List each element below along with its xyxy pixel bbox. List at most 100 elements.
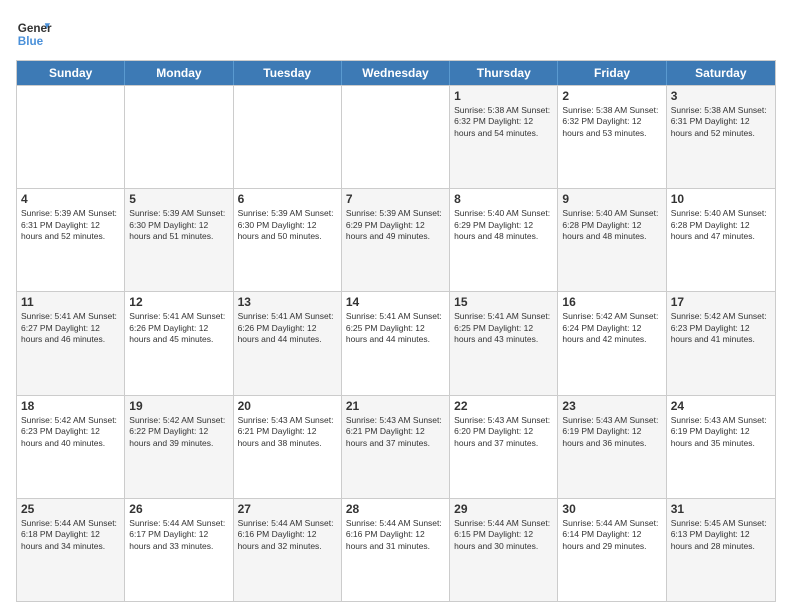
cal-day-empty-0-0 — [17, 86, 125, 188]
day-info: Sunrise: 5:44 AM Sunset: 6:16 PM Dayligh… — [238, 518, 337, 552]
day-info: Sunrise: 5:43 AM Sunset: 6:21 PM Dayligh… — [346, 415, 445, 449]
day-number: 10 — [671, 192, 771, 206]
day-number: 3 — [671, 89, 771, 103]
day-info: Sunrise: 5:38 AM Sunset: 6:32 PM Dayligh… — [454, 105, 553, 139]
day-number: 17 — [671, 295, 771, 309]
calendar-body: 1Sunrise: 5:38 AM Sunset: 6:32 PM Daylig… — [17, 85, 775, 601]
cal-day-28: 28Sunrise: 5:44 AM Sunset: 6:16 PM Dayli… — [342, 499, 450, 601]
cal-day-17: 17 Sunrise: 5:42 AM Sunset: 6:23 PM Dayli… — [667, 292, 775, 394]
cal-day-9: 9Sunrise: 5:40 AM Sunset: 6:28 PM Daylig… — [558, 189, 666, 291]
day-number: 29 — [454, 502, 553, 516]
day-info: Sunrise: 5:41 AM Sunset: 6:26 PM Dayligh… — [238, 311, 337, 345]
cal-day-21: 21 Sunrise: 5:43 AM Sunset: 6:21 PM Dayli… — [342, 396, 450, 498]
logo: General Blue — [16, 16, 56, 52]
day-number: 24 — [671, 399, 771, 413]
day-info: Sunrise: 5:44 AM Sunset: 6:14 PM Dayligh… — [562, 518, 661, 552]
day-info: Sunrise: 5:44 AM Sunset: 6:17 PM Dayligh… — [129, 518, 228, 552]
day-info: Sunrise: 5:43 AM Sunset: 6:19 PM Dayligh… — [562, 415, 661, 449]
svg-text:Blue: Blue — [18, 35, 44, 48]
day-header-saturday: Saturday — [667, 61, 775, 85]
day-info: Sunrise: 5:38 AM Sunset: 6:31 PM Dayligh… — [671, 105, 771, 139]
cal-day-2: 2 Sunrise: 5:38 AM Sunset: 6:32 PM Daylig… — [558, 86, 666, 188]
cal-day-empty-0-3 — [342, 86, 450, 188]
cal-week-3: 18 Sunrise: 5:42 AM Sunset: 6:23 PM Dayli… — [17, 395, 775, 498]
day-header-thursday: Thursday — [450, 61, 558, 85]
cal-day-6: 6Sunrise: 5:39 AM Sunset: 6:30 PM Daylig… — [234, 189, 342, 291]
cal-day-26: 26 Sunrise: 5:44 AM Sunset: 6:17 PM Dayli… — [125, 499, 233, 601]
day-number: 6 — [238, 192, 337, 206]
cal-day-12: 12 Sunrise: 5:41 AM Sunset: 6:26 PM Dayli… — [125, 292, 233, 394]
cal-day-7: 7Sunrise: 5:39 AM Sunset: 6:29 PM Daylig… — [342, 189, 450, 291]
cal-day-13: 13 Sunrise: 5:41 AM Sunset: 6:26 PM Dayli… — [234, 292, 342, 394]
day-info: Sunrise: 5:40 AM Sunset: 6:28 PM Dayligh… — [562, 208, 661, 242]
day-number: 22 — [454, 399, 553, 413]
day-info: Sunrise: 5:41 AM Sunset: 6:25 PM Dayligh… — [346, 311, 445, 345]
day-info: Sunrise: 5:41 AM Sunset: 6:25 PM Dayligh… — [454, 311, 553, 345]
day-number: 11 — [21, 295, 120, 309]
cal-day-14: 14Sunrise: 5:41 AM Sunset: 6:25 PM Dayli… — [342, 292, 450, 394]
cal-day-15: 15Sunrise: 5:41 AM Sunset: 6:25 PM Dayli… — [450, 292, 558, 394]
calendar: SundayMondayTuesdayWednesdayThursdayFrid… — [16, 60, 776, 602]
day-number: 16 — [562, 295, 661, 309]
day-header-monday: Monday — [125, 61, 233, 85]
day-header-sunday: Sunday — [17, 61, 125, 85]
day-info: Sunrise: 5:45 AM Sunset: 6:13 PM Dayligh… — [671, 518, 771, 552]
day-header-wednesday: Wednesday — [342, 61, 450, 85]
day-header-friday: Friday — [558, 61, 666, 85]
cal-day-10: 10 Sunrise: 5:40 AM Sunset: 6:28 PM Dayli… — [667, 189, 775, 291]
cal-week-1: 4Sunrise: 5:39 AM Sunset: 6:31 PM Daylig… — [17, 188, 775, 291]
day-number: 23 — [562, 399, 661, 413]
day-number: 18 — [21, 399, 120, 413]
cal-day-29: 29 Sunrise: 5:44 AM Sunset: 6:15 PM Dayli… — [450, 499, 558, 601]
cal-day-20: 20Sunrise: 5:43 AM Sunset: 6:21 PM Dayli… — [234, 396, 342, 498]
logo-icon: General Blue — [16, 16, 52, 52]
day-number: 12 — [129, 295, 228, 309]
day-info: Sunrise: 5:40 AM Sunset: 6:29 PM Dayligh… — [454, 208, 553, 242]
cal-day-empty-0-2 — [234, 86, 342, 188]
day-info: Sunrise: 5:43 AM Sunset: 6:20 PM Dayligh… — [454, 415, 553, 449]
cal-day-24: 24 Sunrise: 5:43 AM Sunset: 6:19 PM Dayli… — [667, 396, 775, 498]
day-number: 2 — [562, 89, 661, 103]
day-number: 31 — [671, 502, 771, 516]
cal-day-30: 30 Sunrise: 5:44 AM Sunset: 6:14 PM Dayli… — [558, 499, 666, 601]
day-info: Sunrise: 5:43 AM Sunset: 6:19 PM Dayligh… — [671, 415, 771, 449]
cal-day-empty-0-1 — [125, 86, 233, 188]
day-info: Sunrise: 5:39 AM Sunset: 6:31 PM Dayligh… — [21, 208, 120, 242]
cal-day-23: 23 Sunrise: 5:43 AM Sunset: 6:19 PM Dayli… — [558, 396, 666, 498]
cal-day-11: 11 Sunrise: 5:41 AM Sunset: 6:27 PM Dayli… — [17, 292, 125, 394]
day-number: 19 — [129, 399, 228, 413]
cal-day-18: 18 Sunrise: 5:42 AM Sunset: 6:23 PM Dayli… — [17, 396, 125, 498]
cal-day-16: 16 Sunrise: 5:42 AM Sunset: 6:24 PM Dayli… — [558, 292, 666, 394]
header: General Blue — [16, 16, 776, 52]
day-info: Sunrise: 5:42 AM Sunset: 6:23 PM Dayligh… — [21, 415, 120, 449]
day-number: 8 — [454, 192, 553, 206]
cal-day-31: 31 Sunrise: 5:45 AM Sunset: 6:13 PM Dayli… — [667, 499, 775, 601]
day-info: Sunrise: 5:42 AM Sunset: 6:22 PM Dayligh… — [129, 415, 228, 449]
cal-day-4: 4Sunrise: 5:39 AM Sunset: 6:31 PM Daylig… — [17, 189, 125, 291]
day-number: 30 — [562, 502, 661, 516]
page: General Blue SundayMondayTuesdayWednesda… — [0, 0, 792, 612]
cal-week-4: 25Sunrise: 5:44 AM Sunset: 6:18 PM Dayli… — [17, 498, 775, 601]
day-info: Sunrise: 5:42 AM Sunset: 6:24 PM Dayligh… — [562, 311, 661, 345]
day-info: Sunrise: 5:40 AM Sunset: 6:28 PM Dayligh… — [671, 208, 771, 242]
day-info: Sunrise: 5:41 AM Sunset: 6:27 PM Dayligh… — [21, 311, 120, 345]
day-header-tuesday: Tuesday — [234, 61, 342, 85]
day-number: 13 — [238, 295, 337, 309]
cal-day-8: 8 Sunrise: 5:40 AM Sunset: 6:29 PM Daylig… — [450, 189, 558, 291]
day-info: Sunrise: 5:41 AM Sunset: 6:26 PM Dayligh… — [129, 311, 228, 345]
day-number: 27 — [238, 502, 337, 516]
calendar-header: SundayMondayTuesdayWednesdayThursdayFrid… — [17, 61, 775, 85]
day-number: 26 — [129, 502, 228, 516]
day-number: 25 — [21, 502, 120, 516]
cal-week-2: 11 Sunrise: 5:41 AM Sunset: 6:27 PM Dayli… — [17, 291, 775, 394]
day-info: Sunrise: 5:38 AM Sunset: 6:32 PM Dayligh… — [562, 105, 661, 139]
day-info: Sunrise: 5:44 AM Sunset: 6:15 PM Dayligh… — [454, 518, 553, 552]
cal-day-25: 25Sunrise: 5:44 AM Sunset: 6:18 PM Dayli… — [17, 499, 125, 601]
day-number: 5 — [129, 192, 228, 206]
day-number: 21 — [346, 399, 445, 413]
cal-week-0: 1Sunrise: 5:38 AM Sunset: 6:32 PM Daylig… — [17, 85, 775, 188]
day-info: Sunrise: 5:42 AM Sunset: 6:23 PM Dayligh… — [671, 311, 771, 345]
cal-day-3: 3 Sunrise: 5:38 AM Sunset: 6:31 PM Daylig… — [667, 86, 775, 188]
day-number: 7 — [346, 192, 445, 206]
day-number: 20 — [238, 399, 337, 413]
